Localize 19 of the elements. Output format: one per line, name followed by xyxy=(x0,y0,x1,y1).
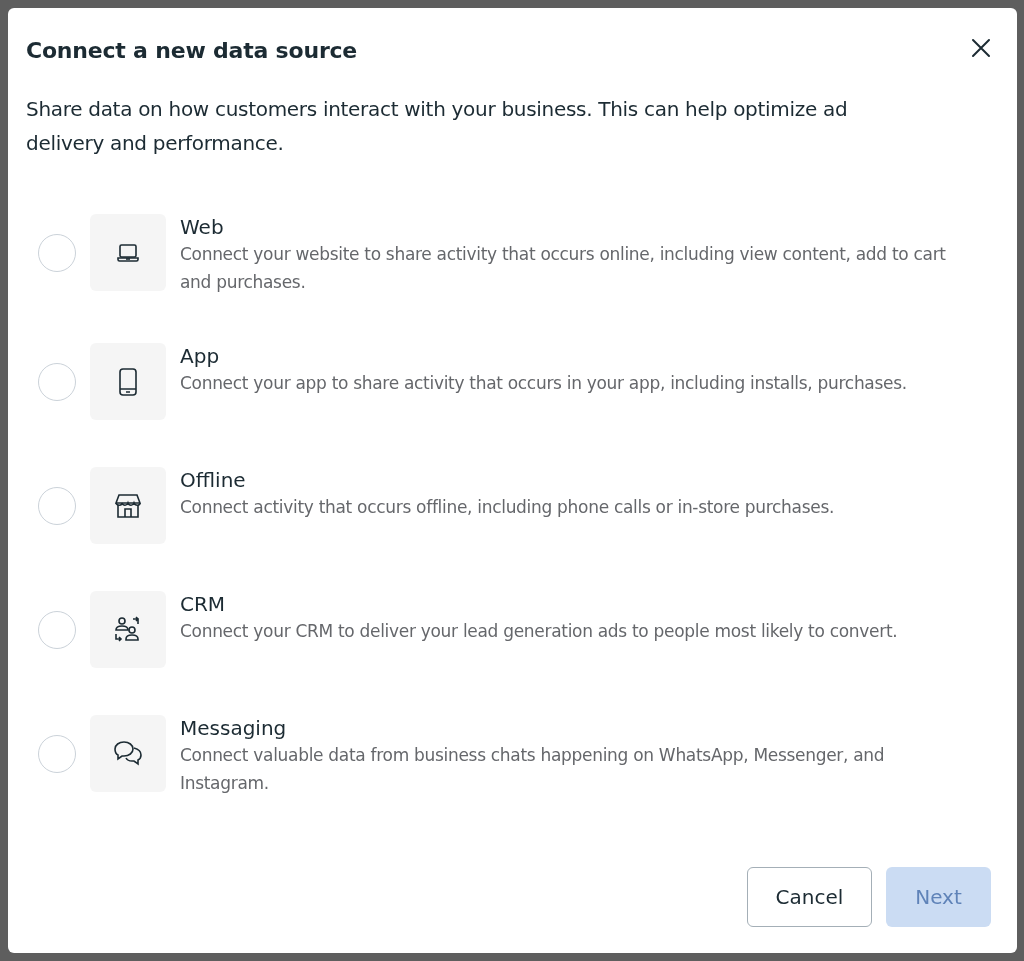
option-title: CRM xyxy=(180,591,227,617)
store-icon xyxy=(115,493,141,518)
close-icon xyxy=(971,38,991,58)
phone-icon xyxy=(119,367,137,396)
dialog-description: Share data on how customers interact with your business. This can help optimize ad delivery and performance. xyxy=(26,96,849,157)
dialog-title: Connect a new data source xyxy=(26,37,358,63)
option-description: Connect your CRM to deliver your lead generation ads to people most likely to convert. xyxy=(180,620,898,643)
people-exchange-icon xyxy=(114,615,142,644)
option-description: Connect your website to share activity that occurs online, including view content, add to cart and purchases. xyxy=(180,243,947,294)
chat-bubbles-icon xyxy=(114,740,142,767)
option-description: Connect your app to share activity that occurs in your app, including installs, purchases. xyxy=(180,372,907,395)
cancel-button[interactable]: Cancel xyxy=(747,867,872,927)
option-description: Connect valuable data from business chats happening on WhatsApp, Messenger, and Instagram. xyxy=(180,744,886,795)
option-title: Offline xyxy=(180,467,247,493)
option-title: Messaging xyxy=(180,715,288,741)
laptop-icon xyxy=(117,243,139,262)
option-description: Connect activity that occurs offline, including phone calls or in-store purchases. xyxy=(180,496,835,519)
option-title: App xyxy=(180,343,221,369)
option-title: Web xyxy=(180,214,225,240)
